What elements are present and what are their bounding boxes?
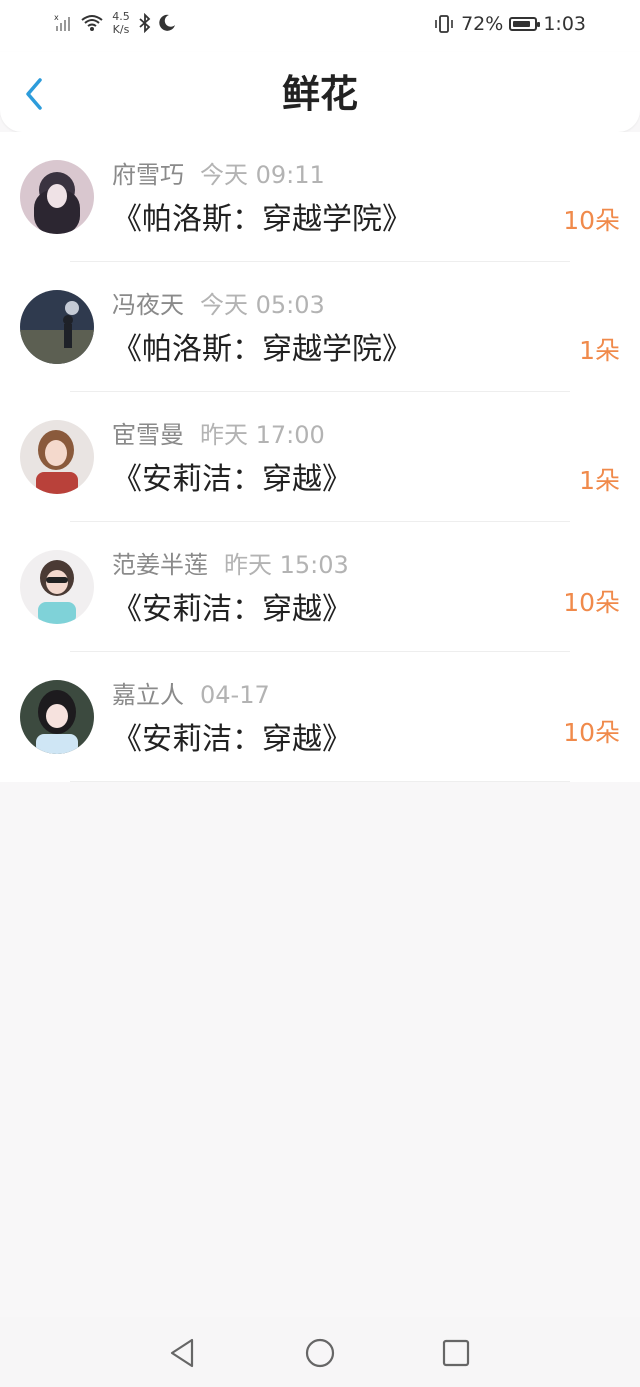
nav-back-button[interactable] <box>166 1337 198 1369</box>
battery-percent: 72% <box>461 13 504 35</box>
gift-time: 昨天 15:03 <box>224 551 349 579</box>
flower-count: 10朵 <box>563 206 620 235</box>
flower-count: 1朵 <box>579 466 620 495</box>
nav-recents-button[interactable] <box>440 1337 472 1369</box>
item-meta: 宦雪曼 昨天 17:00 <box>112 420 325 450</box>
item-meta: 范姜半莲 昨天 15:03 <box>112 550 349 580</box>
item-meta: 府雪巧 今天 09:11 <box>112 160 325 190</box>
clock: 1:03 <box>543 13 586 35</box>
avatar[interactable] <box>20 680 94 754</box>
book-title: 《帕洛斯：穿越学院》 <box>112 202 412 237</box>
item-meta: 冯夜天 今天 05:03 <box>112 290 325 320</box>
flower-count: 10朵 <box>563 588 620 617</box>
page-title: 鲜花 <box>281 72 358 116</box>
gift-time: 04-17 <box>200 681 270 709</box>
network-speed-unit: K/s <box>112 23 130 36</box>
signal-icon: x <box>54 13 70 31</box>
system-nav-bar <box>0 1317 640 1387</box>
book-title: 《安莉洁：穿越》 <box>112 462 352 497</box>
nav-home-button[interactable] <box>304 1337 336 1369</box>
network-speed: 4.5 K/s <box>110 10 132 36</box>
moon-icon <box>159 14 175 31</box>
flower-list: 府雪巧 今天 09:11 《帕洛斯：穿越学院》 10朵 冯夜天 今天 05:03 《… <box>0 132 640 782</box>
gift-time: 今天 05:03 <box>200 291 325 319</box>
item-meta: 嘉立人 04-17 <box>112 680 270 710</box>
user-name: 嘉立人 <box>112 681 184 709</box>
list-item[interactable]: 府雪巧 今天 09:11 《帕洛斯：穿越学院》 10朵 <box>0 132 640 262</box>
status-left: x 4.5 K/s <box>54 10 176 36</box>
home-circle-icon <box>305 1338 335 1368</box>
list-item[interactable]: 嘉立人 04-17 《安莉洁：穿越》 10朵 <box>0 652 640 782</box>
user-name: 府雪巧 <box>112 161 184 189</box>
list-item[interactable]: 宦雪曼 昨天 17:00 《安莉洁：穿越》 1朵 <box>0 392 640 522</box>
network-speed-value: 4.5 <box>112 10 130 23</box>
book-title: 《帕洛斯：穿越学院》 <box>112 332 412 367</box>
gift-time: 今天 09:11 <box>200 161 325 189</box>
user-name: 冯夜天 <box>112 291 184 319</box>
svg-text:x: x <box>54 13 59 22</box>
flower-count: 10朵 <box>563 718 620 747</box>
user-name: 范姜半莲 <box>112 551 208 579</box>
battery-fill <box>513 21 530 27</box>
avatar[interactable] <box>20 160 94 234</box>
battery-icon <box>509 17 541 31</box>
user-name: 宦雪曼 <box>112 421 184 449</box>
status-right: 72% 1:03 <box>433 13 586 35</box>
gift-time: 昨天 17:00 <box>200 421 325 449</box>
flower-count: 1朵 <box>579 336 620 365</box>
page-header: 鲜花 <box>0 52 640 132</box>
list-item[interactable]: 范姜半莲 昨天 15:03 《安莉洁：穿越》 10朵 <box>0 522 640 652</box>
list-item[interactable]: 冯夜天 今天 05:03 《帕洛斯：穿越学院》 1朵 <box>0 262 640 392</box>
wifi-icon <box>81 15 103 31</box>
bluetooth-icon <box>139 13 151 33</box>
avatar[interactable] <box>20 290 94 364</box>
avatar[interactable] <box>20 550 94 624</box>
back-triangle-icon <box>170 1338 194 1368</box>
recents-square-icon <box>442 1339 470 1367</box>
book-title: 《安莉洁：穿越》 <box>112 722 352 757</box>
vibrate-icon <box>435 15 453 33</box>
status-bar: x 4.5 K/s 72% 1:03 <box>0 0 640 52</box>
avatar[interactable] <box>20 420 94 494</box>
divider <box>70 781 570 782</box>
book-title: 《安莉洁：穿越》 <box>112 592 352 627</box>
